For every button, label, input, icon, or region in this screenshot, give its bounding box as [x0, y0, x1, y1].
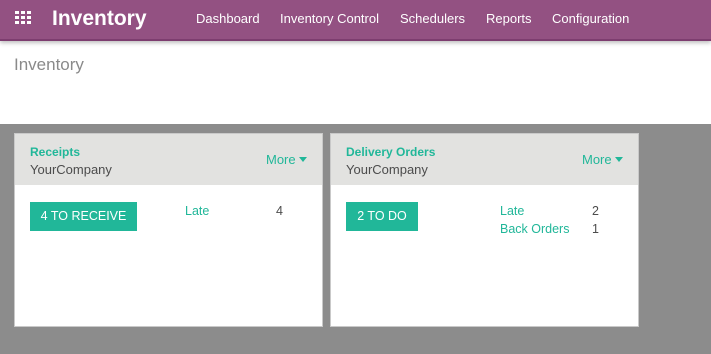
late-link[interactable]: Late: [185, 204, 209, 218]
to-receive-button[interactable]: 4 TO RECEIVE: [30, 202, 137, 231]
caret-down-icon: [298, 157, 307, 162]
more-dropdown[interactable]: More: [582, 152, 623, 167]
menu-reports[interactable]: Reports: [486, 11, 532, 27]
menu-configuration[interactable]: Configuration: [552, 11, 629, 27]
to-do-button[interactable]: 2 TO DO: [346, 202, 418, 231]
late-link[interactable]: Late: [500, 204, 524, 218]
card-company: YourCompany: [346, 162, 428, 177]
caret-down-icon: [614, 157, 623, 162]
top-navbar: Inventory Dashboard Inventory Control Sc…: [0, 0, 711, 41]
menu-schedulers[interactable]: Schedulers: [400, 11, 465, 27]
late-count: 2: [592, 204, 599, 218]
card-title-receipts[interactable]: Receipts: [30, 145, 80, 159]
more-label: More: [582, 152, 612, 167]
back-orders-link[interactable]: Back Orders: [500, 222, 569, 236]
menu-dashboard[interactable]: Dashboard: [196, 11, 260, 27]
card-company: YourCompany: [30, 162, 112, 177]
card-header: Receipts YourCompany More: [15, 134, 322, 185]
card-title-delivery-orders[interactable]: Delivery Orders: [346, 145, 435, 159]
card-header: Delivery Orders YourCompany More: [331, 134, 638, 185]
dashboard-area: Receipts YourCompany More 4 TO RECEIVE L…: [0, 124, 711, 354]
menu-inventory-control[interactable]: Inventory Control: [280, 11, 379, 27]
late-count: 4: [276, 204, 283, 218]
app-title[interactable]: Inventory: [52, 6, 147, 32]
back-orders-count: 1: [592, 222, 599, 236]
receipts-card: Receipts YourCompany More 4 TO RECEIVE L…: [14, 133, 323, 327]
delivery-orders-card: Delivery Orders YourCompany More 2 TO DO…: [330, 133, 639, 327]
grid-icon[interactable]: [15, 11, 32, 25]
more-label: More: [266, 152, 296, 167]
more-dropdown[interactable]: More: [266, 152, 307, 167]
breadcrumb: Inventory: [14, 55, 84, 74]
